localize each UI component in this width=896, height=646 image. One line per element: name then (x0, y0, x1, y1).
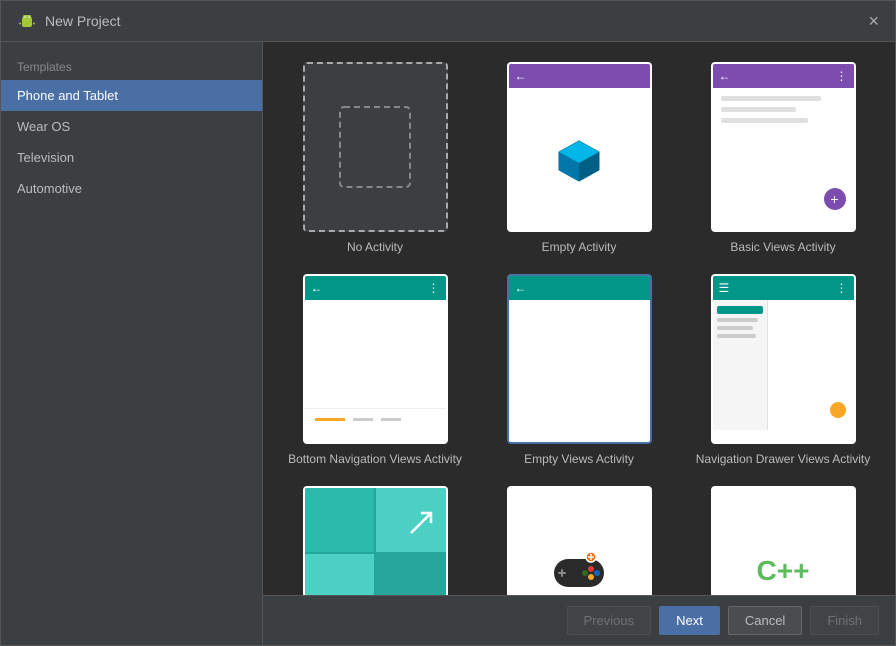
cpp-icon: C++ (757, 555, 810, 587)
title-bar: New Project × (1, 1, 895, 42)
back-arrow-icon: ← (719, 69, 731, 83)
template-empty-views[interactable]: ← Empty Views Activity (487, 274, 671, 466)
basic-views-label: Basic Views Activity (730, 240, 835, 254)
dialog-footer: Previous Next Cancel Finish (263, 595, 895, 645)
cancel-button[interactable]: Cancel (728, 606, 802, 635)
dialog-content: Templates Phone and Tablet Wear OS Telev… (1, 42, 895, 645)
fab-icon (830, 402, 846, 418)
template-no-activity[interactable]: No Activity (283, 62, 467, 254)
template-responsive-views[interactable]: Responsive Views Activity (283, 486, 467, 595)
new-project-dialog: New Project × Templates Phone and Tablet… (0, 0, 896, 646)
menu-dots-icon: ⋮ (836, 281, 848, 295)
android-logo-icon (17, 11, 37, 31)
sidebar-item-wear-os[interactable]: Wear OS (1, 111, 262, 142)
previous-button[interactable]: Previous (567, 606, 652, 635)
no-activity-icon (335, 102, 415, 192)
sidebar-item-automotive[interactable]: Automotive (1, 173, 262, 204)
gamepad-icon (549, 549, 609, 594)
template-game-activity[interactable]: Game Activity (487, 486, 671, 595)
hamburger-icon: ☰ (719, 281, 730, 295)
empty-activity-label: Empty Activity (542, 240, 617, 254)
sidebar-section-label: Templates (1, 50, 262, 80)
menu-dots-icon: ⋮ (836, 69, 848, 83)
close-button[interactable]: × (868, 12, 879, 30)
empty-views-label: Empty Views Activity (524, 452, 634, 466)
template-nav-drawer[interactable]: ☰ ⋮ Navigatio (691, 274, 875, 466)
sidebar: Templates Phone and Tablet Wear OS Telev… (1, 42, 263, 645)
template-bottom-nav[interactable]: ← ⋮ Bottom Navigation Views Activity (283, 274, 467, 466)
next-button[interactable]: Next (659, 606, 720, 635)
finish-button[interactable]: Finish (810, 606, 879, 635)
sidebar-item-television[interactable]: Television (1, 142, 262, 173)
template-cpp[interactable]: C++ Native C++ (691, 486, 875, 595)
fab-icon: + (824, 188, 846, 210)
no-activity-label: No Activity (347, 240, 403, 254)
back-arrow-icon: ← (311, 281, 323, 295)
templates-grid: No Activity ← (263, 42, 895, 595)
main-area: No Activity ← (263, 42, 895, 645)
arrow-icon (406, 508, 436, 538)
template-basic-views[interactable]: ← ⋮ + Basic Views Activity (691, 62, 875, 254)
sidebar-item-phone-tablet[interactable]: Phone and Tablet (1, 80, 262, 111)
cube-icon (554, 136, 604, 186)
back-arrow-icon: ← (515, 281, 527, 295)
back-arrow-icon: ← (515, 69, 527, 83)
dialog-title: New Project (45, 13, 120, 29)
nav-drawer-label: Navigation Drawer Views Activity (696, 452, 871, 466)
template-empty-activity[interactable]: ← Empty Activity (487, 62, 671, 254)
bottom-nav-label: Bottom Navigation Views Activity (288, 452, 462, 466)
menu-dots-icon: ⋮ (428, 281, 440, 295)
